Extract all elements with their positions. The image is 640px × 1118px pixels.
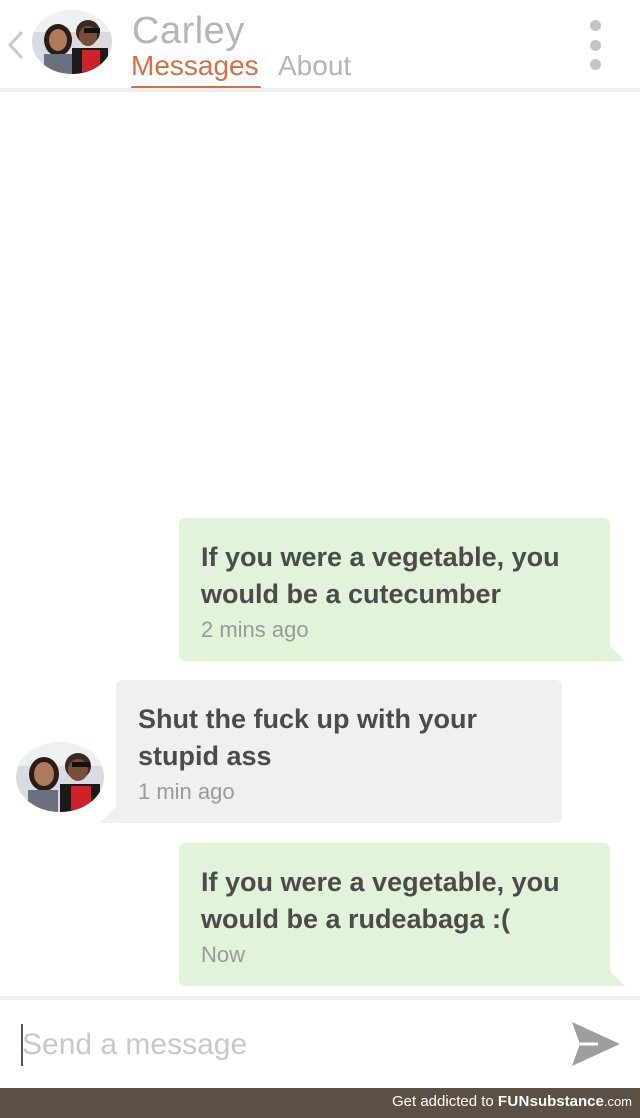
message-timestamp: 2 mins ago	[201, 617, 309, 642]
send-icon[interactable]	[568, 1018, 624, 1070]
header-divider	[0, 88, 640, 92]
watermark-suffix: .com	[603, 1094, 632, 1109]
message-bubble-sent[interactable]: If you were a vegetable, you would be a …	[179, 518, 610, 661]
kebab-dot	[589, 20, 601, 31]
message-text-line: Shut the fuck up with your	[138, 704, 477, 734]
message-timestamp: Now	[201, 942, 246, 967]
watermark-bar: Get addicted to FUNsubstance.com	[0, 1088, 640, 1118]
more-vertical-icon[interactable]	[585, 20, 605, 70]
message-input[interactable]	[22, 1018, 542, 1072]
bubble-tail	[607, 643, 625, 661]
watermark-prefix: Get addicted to	[391, 1093, 494, 1110]
watermark-brand-bold: FUN	[497, 1093, 530, 1110]
watermark-brand-rest: substance	[529, 1093, 604, 1110]
chat-header: Carley Messages About	[0, 0, 640, 92]
message-composer	[0, 1000, 640, 1088]
kebab-dot	[589, 39, 601, 51]
tab-about[interactable]: About	[278, 50, 351, 82]
message-timestamp: 1 min ago	[138, 779, 235, 804]
message-text-line: stupid ass	[138, 741, 272, 771]
message-text-line: would be a rudeabaga :(	[201, 904, 511, 934]
sender-avatar[interactable]	[16, 742, 104, 812]
watermark-text: Get addicted to FUNsubstance.com	[392, 1093, 632, 1110]
bubble-tail	[100, 805, 118, 823]
message-text-line: would be a cutecumber	[201, 579, 502, 609]
tab-messages[interactable]: Messages	[131, 50, 259, 82]
message-bubble-received[interactable]: Shut the fuck up with your stupid ass 1 …	[116, 680, 562, 823]
contact-avatar[interactable]	[32, 10, 112, 74]
message-text-line: If you were a vegetable, you	[201, 867, 560, 897]
bubble-tail	[607, 968, 625, 986]
chevron-left-icon[interactable]	[6, 28, 26, 62]
kebab-dot	[589, 59, 601, 70]
message-bubble-sent[interactable]: If you were a vegetable, you would be a …	[179, 843, 610, 986]
message-text-line: If you were a vegetable, you	[201, 542, 560, 572]
contact-name: Carley	[132, 10, 245, 52]
